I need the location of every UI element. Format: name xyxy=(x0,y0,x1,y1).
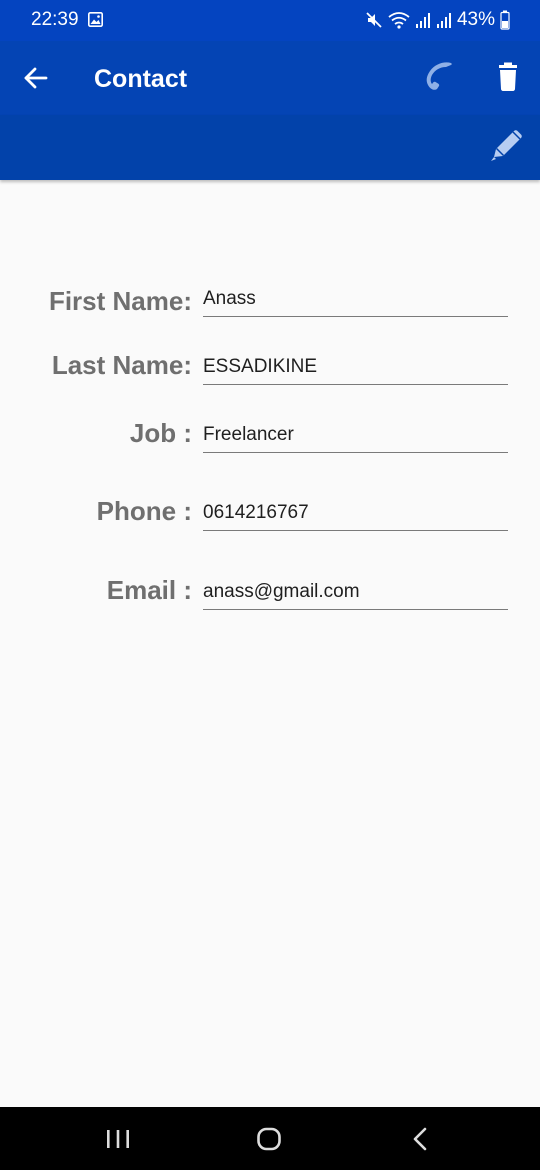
delete-button[interactable] xyxy=(490,59,526,97)
battery-percent: 43% xyxy=(456,9,495,30)
first-name-label: First Name: xyxy=(48,286,192,316)
contact-screen: 22:39 43% Contact First Name: Anass Last… xyxy=(0,0,540,1170)
status-time: 22:39 xyxy=(31,9,79,30)
phone-icon xyxy=(426,62,452,90)
pencil-icon xyxy=(491,130,522,161)
email-label: Email : xyxy=(106,575,192,605)
first-name-field[interactable] xyxy=(203,288,508,317)
system-nav-bar xyxy=(0,1107,540,1170)
signal-icon xyxy=(436,11,452,29)
wifi-icon xyxy=(388,11,410,29)
phone-field[interactable] xyxy=(203,502,508,531)
edit-button[interactable] xyxy=(486,127,526,167)
last-name-field[interactable] xyxy=(203,356,508,385)
battery-icon xyxy=(500,10,510,30)
phone-label: Phone : xyxy=(96,496,192,526)
email-field[interactable] xyxy=(203,581,508,610)
home-button[interactable] xyxy=(249,1121,289,1157)
app-bar: Contact xyxy=(0,41,540,115)
recents-button[interactable] xyxy=(98,1121,138,1157)
status-bar: 22:39 43% xyxy=(0,0,540,41)
job-field[interactable] xyxy=(203,424,508,453)
status-icons: 43% xyxy=(365,9,510,31)
back-button[interactable] xyxy=(18,59,56,97)
signal-icon xyxy=(415,11,431,29)
job-label: Job : xyxy=(129,418,192,448)
gallery-icon xyxy=(88,12,103,27)
mute-icon xyxy=(365,11,383,29)
page-title: Contact xyxy=(94,65,188,93)
system-back-button[interactable] xyxy=(400,1121,440,1157)
back-icon xyxy=(413,1127,427,1151)
recents-icon xyxy=(107,1130,129,1148)
action-bar xyxy=(0,115,540,180)
arrow-left-icon xyxy=(24,67,48,89)
call-button[interactable] xyxy=(420,59,458,97)
home-icon xyxy=(257,1127,281,1151)
last-name-label: Last Name: xyxy=(51,350,192,380)
trash-icon xyxy=(499,62,517,91)
